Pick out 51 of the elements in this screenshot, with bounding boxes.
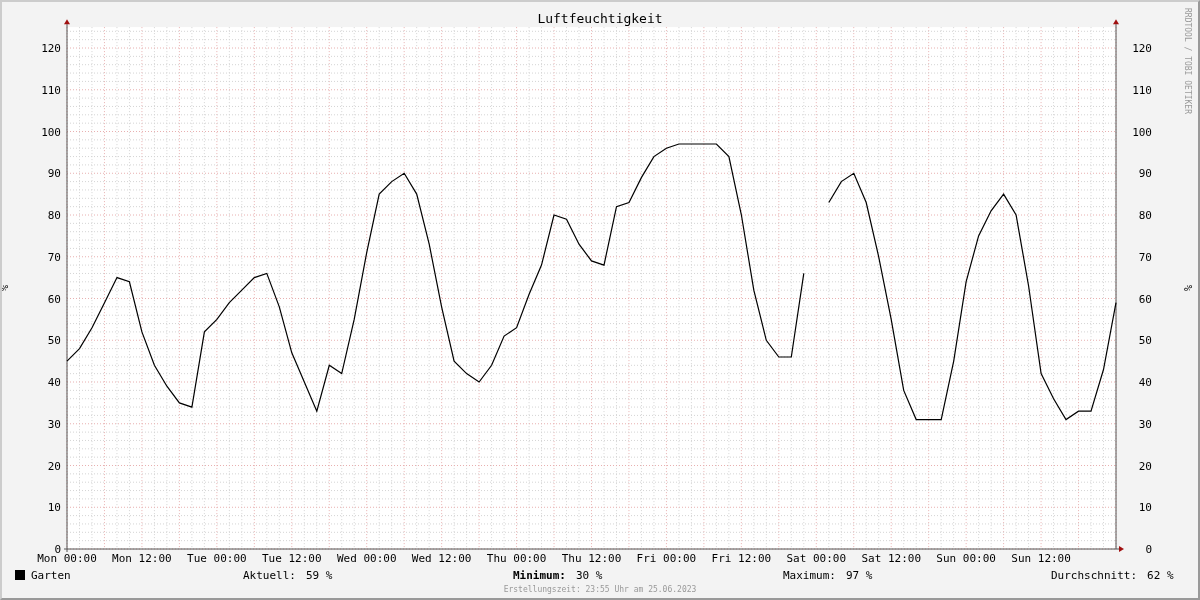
x-tick-label: Fri 12:00 bbox=[711, 552, 772, 565]
y-tick-label: 70 bbox=[1138, 250, 1152, 264]
x-tick-label: Sat 12:00 bbox=[861, 552, 921, 565]
y-tick-label: 50 bbox=[47, 334, 61, 348]
y-tick-label: 90 bbox=[47, 167, 61, 181]
stat-value: 97 % bbox=[846, 568, 873, 582]
x-tick-label: Tue 00:00 bbox=[187, 552, 247, 565]
y-tick-label: 80 bbox=[47, 209, 61, 222]
x-tick-label: Mon 12:00 bbox=[112, 552, 172, 565]
y-tick-label: 110 bbox=[41, 83, 61, 97]
y-tick-label: 20 bbox=[1138, 459, 1152, 473]
y-tick-label: 80 bbox=[1138, 209, 1152, 222]
y-tick-label: 70 bbox=[47, 250, 61, 264]
y-tick-label: 120 bbox=[1132, 42, 1152, 55]
stat-label: Aktuell: bbox=[243, 568, 296, 582]
x-tick-label: Thu 00:00 bbox=[486, 552, 547, 565]
y-tick-label: 100 bbox=[1132, 125, 1152, 139]
x-tick-label: Wed 00:00 bbox=[336, 552, 397, 565]
stat-value: 62 % bbox=[1147, 568, 1174, 582]
x-tick-label: Wed 12:00 bbox=[411, 552, 472, 565]
x-tick-label: Sat 00:00 bbox=[786, 552, 847, 565]
y-tick-label: 50 bbox=[1138, 334, 1152, 348]
y-axis-label: % bbox=[1183, 285, 1194, 292]
x-tick-label: Thu 12:00 bbox=[561, 552, 622, 565]
y-tick-label: 100 bbox=[41, 125, 61, 139]
stat-label: Durchschnitt: bbox=[1051, 568, 1138, 582]
y-tick-label: 60 bbox=[1138, 292, 1152, 306]
stat-value: 30 % bbox=[576, 568, 603, 582]
y-tick-label: 10 bbox=[1138, 501, 1152, 515]
stat-value: 59 % bbox=[306, 568, 333, 582]
y-tick-label: 40 bbox=[1138, 376, 1152, 389]
y-tick-label: 60 bbox=[47, 292, 61, 306]
x-tick-label: Tue 12:00 bbox=[262, 552, 322, 565]
chart-title: Luftfeuchtigkeit bbox=[537, 11, 663, 26]
y-tick-label: 90 bbox=[1138, 167, 1152, 181]
x-tick-label: Fri 00:00 bbox=[636, 552, 697, 565]
y-tick-label: 0 bbox=[1145, 543, 1152, 556]
credit-text: RRDTOOL / TOBI OETIKER bbox=[1183, 8, 1192, 114]
creation-time-text: Erstellungszeit: 23:55 Uhr am 25.06.2023 bbox=[503, 585, 697, 594]
y-tick-label: 30 bbox=[1138, 417, 1152, 431]
stat-label: Maximum: bbox=[783, 568, 836, 582]
stat-label: Minimum: bbox=[513, 568, 566, 582]
y-tick-label: 10 bbox=[47, 501, 61, 515]
x-tick-label: Sun 12:00 bbox=[1011, 552, 1071, 565]
y-tick-label: 40 bbox=[47, 376, 61, 389]
x-tick-label: Sun 00:00 bbox=[936, 552, 996, 565]
y-tick-label: 20 bbox=[47, 459, 61, 473]
legend-label: Garten bbox=[31, 568, 71, 582]
y-tick-label: 120 bbox=[41, 42, 61, 55]
y-tick-label: 30 bbox=[47, 417, 61, 431]
y-tick-label: 110 bbox=[1132, 83, 1152, 97]
